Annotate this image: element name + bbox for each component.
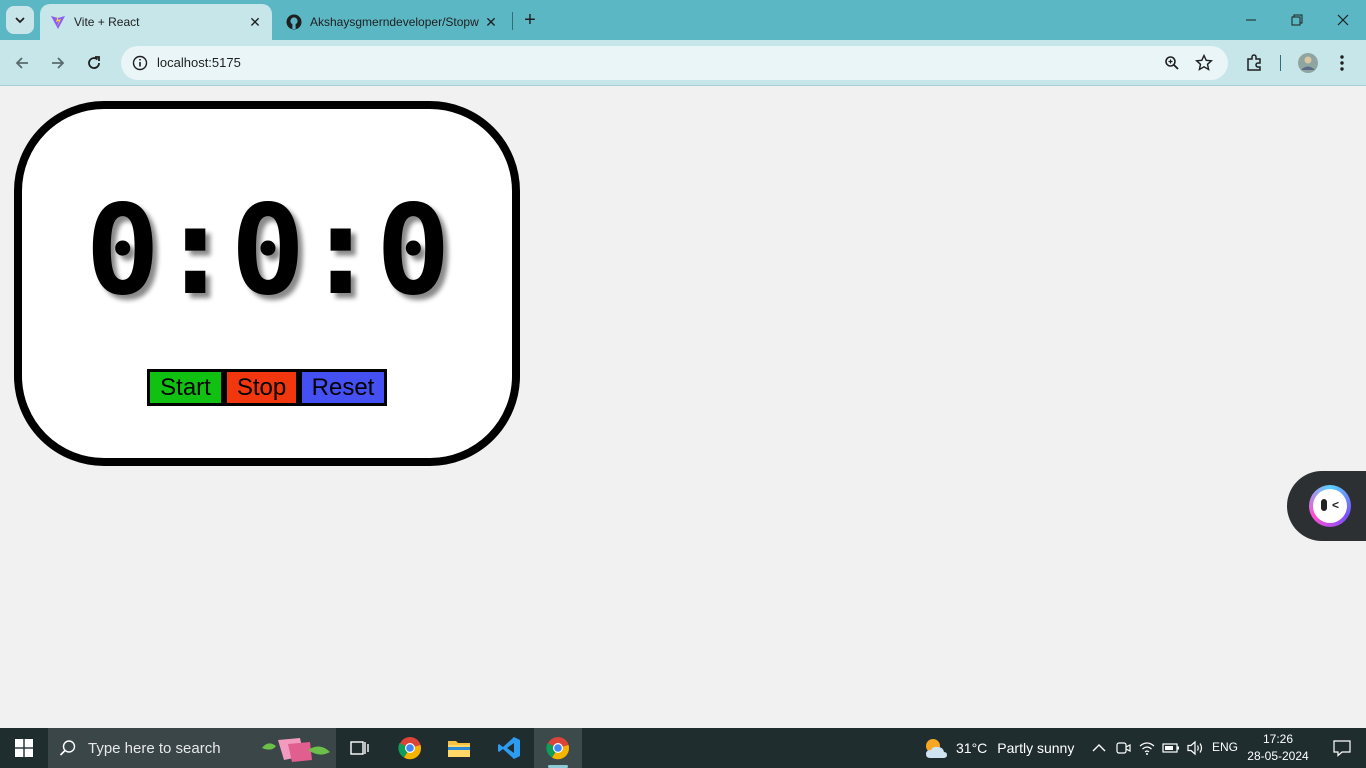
extensions-button[interactable] [1240, 49, 1268, 77]
taskbar: Type here to search 31°C Partly sunny EN… [0, 728, 1366, 768]
search-highlight-art-icon[interactable] [258, 730, 332, 766]
floating-assistant-button[interactable]: < [1287, 471, 1366, 541]
notification-center-button[interactable] [1318, 728, 1366, 768]
arrow-right-icon [52, 57, 65, 69]
chrome-icon [546, 737, 570, 760]
close-icon [1337, 14, 1349, 26]
chevron-down-icon [15, 17, 25, 24]
folder-icon [448, 741, 470, 757]
tab-title: Vite + React [74, 15, 140, 29]
arrow-left-icon [15, 57, 28, 69]
chrome-icon [398, 737, 422, 760]
forward-button[interactable] [44, 49, 72, 77]
stopwatch-card: 0:0:0 Start Stop Reset [14, 101, 520, 466]
tab-search-button[interactable] [6, 6, 34, 34]
restore-button[interactable] [1274, 0, 1320, 40]
task-view-icon [350, 741, 369, 755]
chevron-up-icon[interactable] [1089, 738, 1109, 758]
windows-logo-icon [15, 739, 33, 757]
search-icon [48, 739, 88, 757]
taskbar-chrome-app-active[interactable] [534, 728, 582, 768]
address-bar[interactable]: localhost:5175 [121, 46, 1228, 80]
taskbar-clock[interactable]: 17:26 28-05-2024 [1246, 731, 1310, 765]
stop-button[interactable]: Stop [224, 369, 299, 406]
vscode-icon [498, 737, 520, 759]
github-icon [286, 14, 302, 30]
puzzle-icon [1247, 54, 1261, 71]
partly-sunny-icon [926, 739, 947, 758]
weather-condition: Partly sunny [997, 740, 1075, 756]
profile-avatar[interactable] [1294, 49, 1322, 77]
reset-button[interactable]: Reset [299, 369, 387, 406]
task-view-button[interactable] [336, 728, 384, 768]
url-text: localhost:5175 [157, 55, 241, 70]
close-icon[interactable]: ✕ [246, 13, 264, 31]
start-button-windows[interactable] [0, 728, 48, 768]
taskbar-file-explorer[interactable] [435, 728, 483, 768]
close-window-button[interactable] [1320, 0, 1366, 40]
back-button[interactable] [8, 49, 36, 77]
start-button[interactable]: Start [147, 369, 224, 406]
tab-strip: Vite + React ✕ Akshaysgmerndeveloper/Sto… [0, 0, 1366, 40]
new-tab-button[interactable]: + [518, 8, 542, 32]
tab-title: Akshaysgmerndeveloper/Stopw [310, 15, 479, 29]
tab-divider [512, 12, 513, 30]
clock-time: 17:26 [1262, 732, 1294, 746]
weather-widget[interactable]: 31°C Partly sunny [922, 728, 1074, 768]
zoom-icon[interactable] [1161, 52, 1183, 74]
vite-icon [50, 14, 66, 30]
browser-menu-button[interactable] [1328, 49, 1356, 77]
reload-icon [88, 56, 100, 69]
site-info-icon[interactable] [127, 50, 153, 76]
language-indicator[interactable]: ENG [1212, 740, 1238, 754]
minimize-button[interactable] [1228, 0, 1274, 40]
clock-date: 28-05-2024 [1247, 749, 1309, 763]
notification-icon [1333, 740, 1351, 757]
tab-github[interactable]: Akshaysgmerndeveloper/Stopw ✕ [276, 4, 508, 40]
close-icon[interactable]: ✕ [482, 13, 500, 31]
stopwatch-controls: Start Stop Reset [147, 369, 387, 406]
more-vertical-icon [1340, 55, 1344, 71]
camera-icon[interactable] [1113, 738, 1133, 758]
tab-vite-react[interactable]: Vite + React ✕ [40, 4, 272, 40]
reload-button[interactable] [80, 49, 108, 77]
page-viewport: 0:0:0 Start Stop Reset < [0, 87, 1366, 728]
volume-icon[interactable] [1185, 738, 1205, 758]
minimize-icon [1246, 19, 1256, 21]
weather-temperature: 31°C [956, 740, 988, 756]
battery-icon[interactable] [1161, 738, 1181, 758]
bookmark-star-icon[interactable] [1193, 52, 1215, 74]
taskbar-chrome-app[interactable] [386, 728, 434, 768]
taskbar-vscode[interactable] [485, 728, 533, 768]
wifi-icon[interactable] [1137, 738, 1157, 758]
search-placeholder: Type here to search [88, 739, 221, 757]
time-display: 0:0:0 [85, 179, 450, 323]
avatar [1298, 53, 1318, 73]
toolbar-divider [1280, 55, 1281, 71]
assistant-face-icon: < [1309, 485, 1351, 527]
restore-icon [1291, 14, 1303, 26]
browser-toolbar: localhost:5175 [0, 40, 1366, 86]
